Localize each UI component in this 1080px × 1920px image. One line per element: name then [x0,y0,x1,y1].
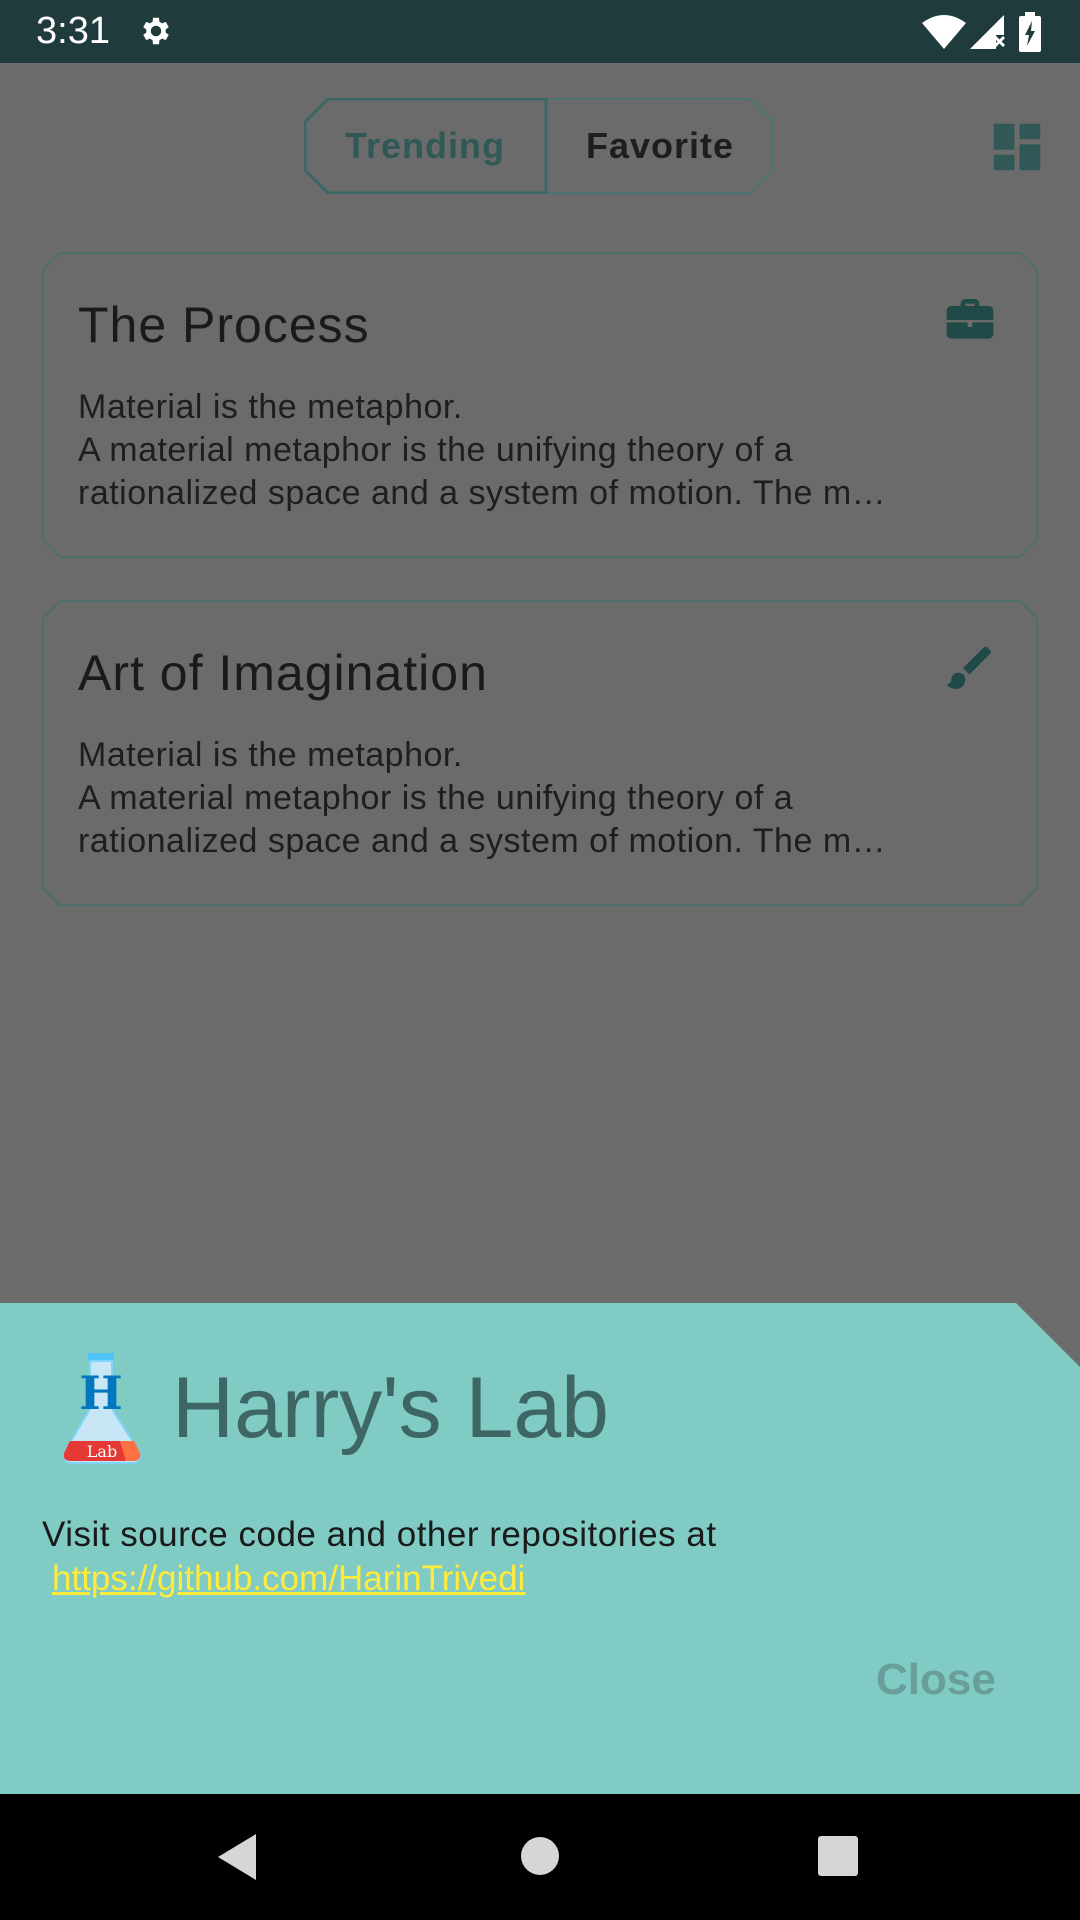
card-title: The Process [78,297,370,353]
lab-flask-logo: H Lab [62,1353,142,1464]
github-link[interactable]: https://github.com/HarinTrivedi [52,1559,525,1599]
sheet-text: Visit source code and other repositories… [42,1515,717,1554]
gear-icon [143,17,169,45]
card-art-of-imagination[interactable]: Art of Imagination Material is the metap… [42,600,1038,906]
card-description: Material is the metaphor. A material met… [78,388,887,512]
signal-icon [970,15,1006,49]
paintbrush-icon[interactable] [942,640,998,696]
briefcase-icon[interactable] [942,292,998,348]
about-sheet: H Lab Harry's Lab Visit source code and … [0,1303,1080,1794]
tab-selector: Trending Favorite [304,98,774,194]
status-time: 3:31 [36,10,110,52]
logo-letter: H [79,1366,122,1420]
card-the-process[interactable]: The Process Material is the metaphor. A … [42,252,1038,558]
card-title: Art of Imagination [78,645,488,701]
logo-text: Lab [87,1442,117,1461]
wifi-icon [922,15,966,49]
card-description: Material is the metaphor. A material met… [78,736,887,860]
tab-trending[interactable]: Trending [304,98,546,194]
status-bar: 3:31 [0,0,1080,63]
home-icon[interactable] [520,1836,560,1876]
close-button[interactable]: Close [876,1655,996,1705]
navigation-bar [0,1794,1080,1920]
recents-icon[interactable] [818,1836,858,1876]
tab-favorite[interactable]: Favorite [546,98,774,194]
back-icon[interactable] [216,1832,258,1882]
battery-icon [1019,12,1041,52]
dashboard-icon[interactable] [986,116,1048,178]
sheet-title: Harry's Lab [172,1360,610,1456]
